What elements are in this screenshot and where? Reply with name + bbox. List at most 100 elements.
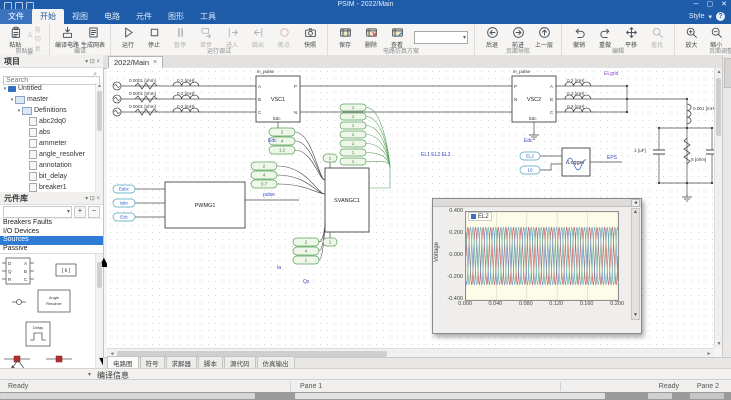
- block-VSC2[interactable]: VSC2PNABCEdc: [512, 76, 556, 122]
- pill-label-4-12[interactable]: 4: [293, 247, 319, 255]
- tree-item-master[interactable]: ▾master: [0, 94, 103, 105]
- menu-item-2[interactable]: 视图: [64, 9, 96, 24]
- project-tree-scrollbar[interactable]: ▲: [95, 83, 103, 192]
- pill-label-Eabc-0[interactable]: Eabc: [113, 185, 135, 193]
- library-preview-scrollbar[interactable]: ▲ ▼: [95, 254, 103, 372]
- tree-item-abs[interactable]: abs: [0, 127, 103, 138]
- library-category-Sources[interactable]: Sources: [0, 236, 103, 245]
- value-label: 0.2 [mH]: [177, 104, 194, 109]
- value-label: 0.001 [mH]: [693, 106, 714, 111]
- pill-label-10-4[interactable]: 10: [520, 166, 540, 174]
- legend-swatch: [471, 214, 476, 219]
- library-category-list: Breakers FaultsI/O DevicesSourcesPassive: [0, 219, 103, 254]
- collapse-caret-icon[interactable]: ▾: [88, 371, 91, 378]
- block-PWMG1[interactable]: PWMG1: [165, 182, 245, 228]
- tab-close-icon[interactable]: ×: [153, 59, 157, 66]
- library-panel-header: 元件库 ▾ ⊡ ×: [0, 192, 103, 205]
- library-category-Passive[interactable]: Passive: [0, 245, 103, 254]
- close-button[interactable]: ✕: [721, 0, 727, 10]
- pill-label-1-14[interactable]: 1: [323, 154, 337, 162]
- block-VSC1[interactable]: VSC1ABCPNEdc: [256, 76, 300, 122]
- pill-label-2-11[interactable]: 2: [293, 238, 319, 246]
- menu-item-1[interactable]: 开始: [32, 9, 64, 24]
- tree-item-abc2dq0[interactable]: abc2dq0: [0, 116, 103, 127]
- tree-item-Definitions[interactable]: ▾Definitions: [0, 105, 103, 116]
- menu-item-4[interactable]: 元件: [128, 9, 160, 24]
- library-remove-button[interactable]: −: [88, 206, 100, 218]
- tree-item-breaker1[interactable]: breaker1: [0, 182, 103, 192]
- svg-text:A: A: [24, 261, 27, 266]
- collapsed-panel-tab[interactable]: [724, 58, 731, 88]
- tree-item-label: ammeter: [39, 140, 67, 147]
- plot-top-scrollbar[interactable]: ◄: [433, 199, 641, 207]
- library-component-flipflop-0[interactable]: DQRABC: [2, 258, 34, 284]
- library-add-button[interactable]: +: [74, 206, 86, 218]
- menu-item-3[interactable]: 电路: [96, 9, 128, 24]
- netlist-icon: [87, 26, 100, 39]
- library-component-gain-1[interactable]: [ k ]: [56, 264, 76, 276]
- ribbon-small-剪切[interactable]: 剪切: [27, 25, 45, 43]
- plot-scroll-left-icon[interactable]: ◄: [631, 199, 640, 207]
- library-component-probe-2[interactable]: [12, 300, 26, 305]
- tree-item-annotation[interactable]: annotation: [0, 160, 103, 171]
- ribbon-group-label: 页面导航: [475, 46, 561, 55]
- tree-item-angle_resolver[interactable]: angle_resolver: [0, 149, 103, 160]
- plot-scroll-up-icon[interactable]: ▲: [632, 209, 639, 216]
- node-label: pulse: [263, 192, 275, 198]
- plot-area[interactable]: [465, 211, 619, 301]
- tree-item-Untitled[interactable]: ▾Untitled: [0, 83, 103, 94]
- ribbon-group-1: 编译电路生成网表编译: [50, 24, 111, 55]
- library-component-delay-4[interactable]: Delay: [26, 322, 50, 346]
- ribbon-group-6: 放大缩小100%▾查看全部框内放大页面调整: [675, 24, 731, 55]
- pill-label-EL2-3[interactable]: EL2: [520, 152, 540, 160]
- pill-label-2-8[interactable]: 2: [251, 162, 277, 170]
- pill-label-4-9[interactable]: 4: [251, 171, 277, 179]
- pill-label-0.7-10[interactable]: 0.7: [251, 180, 277, 188]
- library-component-fuse-6[interactable]: [46, 356, 72, 362]
- library-category-Breakers Faults[interactable]: Breakers Faults: [0, 219, 103, 228]
- pill-label-1-13[interactable]: 1: [293, 256, 319, 264]
- menu-item-6[interactable]: 工具: [192, 9, 224, 24]
- pill-label-Iabc-1[interactable]: Iabc: [113, 199, 135, 207]
- pill-label-Edc-2[interactable]: Edc: [113, 213, 135, 221]
- waveform-plot-window[interactable]: ◄ Voltage EL2 0.4000.2000.000-0.200-0.40…: [432, 198, 642, 334]
- plot-scroll-down-icon[interactable]: ▼: [632, 312, 639, 319]
- simulation-scheme-combo[interactable]: ▾: [414, 31, 468, 44]
- value-label: 0.2 [mH]: [567, 78, 584, 83]
- menu-item-5[interactable]: 图形: [160, 9, 192, 24]
- library-category-I/O Devices[interactable]: I/O Devices: [0, 228, 103, 237]
- plot-ytick: 0.200: [441, 230, 463, 236]
- window-title: PSIM - 2022/Main: [0, 1, 731, 8]
- tree-item-ammeter[interactable]: ammeter: [0, 138, 103, 149]
- maximize-button[interactable]: ▢: [707, 0, 714, 10]
- redo-icon: [599, 26, 612, 39]
- block-SVANGC1[interactable]: SVANGC1: [325, 168, 369, 232]
- style-selector[interactable]: Style ▾ ?: [689, 12, 725, 21]
- svg-text:Delay: Delay: [33, 325, 43, 330]
- pill-label-2-5[interactable]: 2: [269, 128, 295, 136]
- scheme-save-icon: [339, 26, 352, 39]
- help-icon[interactable]: ?: [716, 12, 725, 21]
- node-label: Qs: [303, 279, 310, 285]
- library-preview-canvas[interactable]: DQRABC [ k ] AngleResolver Delay: [0, 254, 95, 372]
- cut-icon: [27, 31, 33, 38]
- library-component-resolver-3[interactable]: AngleResolver: [38, 290, 70, 312]
- panel-header-buttons[interactable]: ▾ ⊡ ×: [85, 58, 103, 65]
- pill-label-1-15[interactable]: 1: [323, 238, 337, 246]
- pill-label-1.2-7[interactable]: 1.2: [269, 146, 295, 154]
- panel-header-buttons[interactable]: ▾ ⊡ ×: [85, 195, 103, 202]
- document-tab[interactable]: 2022/Main ×: [108, 56, 163, 68]
- tree-item-label: abc2dq0: [39, 118, 66, 125]
- block-Logger[interactable]: Logger: [562, 148, 590, 176]
- scheme-delete-icon: [365, 26, 378, 39]
- library-filter-combo[interactable]: ▾: [3, 206, 72, 218]
- svg-text:P: P: [294, 84, 297, 89]
- node-label: in_pulse: [257, 69, 275, 74]
- nav-forward-icon: [512, 26, 525, 39]
- minimize-button[interactable]: ─: [694, 0, 699, 10]
- plot-vertical-scrollbar[interactable]: ▲ ▼: [631, 208, 640, 320]
- item-icon: [29, 183, 37, 192]
- paste-icon: [9, 26, 22, 39]
- tree-item-bit_delay[interactable]: bit_delay: [0, 171, 103, 182]
- menu-item-0[interactable]: 文件: [0, 9, 32, 24]
